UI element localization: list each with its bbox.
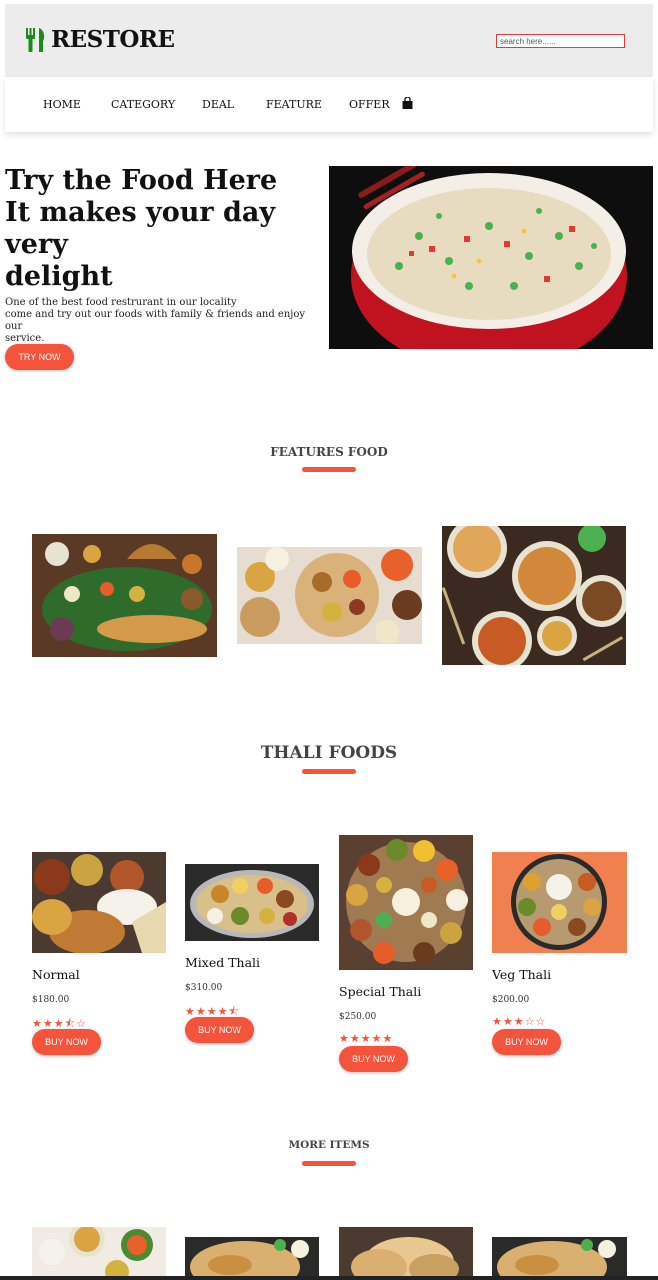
shopping-bag-icon[interactable] <box>402 97 413 109</box>
nav-deal[interactable]: DEAL <box>202 98 234 111</box>
buy-now-button[interactable]: BUY NOW <box>32 1029 101 1055</box>
nav-offer[interactable]: OFFER <box>349 98 390 111</box>
nav-category[interactable]: CATEGORY <box>111 98 175 111</box>
feature-image-noodles[interactable] <box>442 526 626 665</box>
thali-price: $310.00 <box>185 983 223 993</box>
thali-name: Special Thali <box>339 984 422 999</box>
hero-desc-line: come and try out our foods with family &… <box>5 309 306 332</box>
more-items-underline <box>302 1161 356 1166</box>
nav-feature[interactable]: FEATURE <box>266 98 322 111</box>
brand-logo[interactable]: RESTORE <box>25 26 175 53</box>
buy-now-button[interactable]: BUY NOW <box>339 1046 408 1072</box>
nav-home[interactable]: HOME <box>43 98 81 111</box>
thali-price: $200.00 <box>492 995 530 1005</box>
thali-title: THALI FOODS <box>260 743 398 763</box>
thali-price: $180.00 <box>32 995 70 1005</box>
feature-image-indian-thali[interactable] <box>237 547 422 644</box>
brand-name: RESTORE <box>51 26 175 53</box>
thali-price: $250.00 <box>339 1012 377 1022</box>
rating-stars: ★★★★★ <box>339 1032 394 1045</box>
features-title: FEATURES FOOD <box>270 445 388 459</box>
hero-title: Try the Food Here It makes your day very… <box>5 165 325 293</box>
more-item-image-3[interactable] <box>339 1227 473 1280</box>
thali-name: Normal <box>32 967 80 982</box>
thali-name: Veg Thali <box>492 967 552 982</box>
buy-now-button[interactable]: BUY NOW <box>492 1029 561 1055</box>
thali-image-veg[interactable] <box>492 852 627 953</box>
fork-knife-icon <box>26 27 45 52</box>
thali-image-special[interactable] <box>339 835 473 970</box>
more-item-image-2[interactable] <box>185 1237 319 1280</box>
thali-image-mixed[interactable] <box>185 864 319 941</box>
more-items-title: MORE ITEMS <box>288 1139 370 1151</box>
thali-name: Mixed Thali <box>185 955 261 970</box>
search-input[interactable] <box>496 34 625 48</box>
features-underline <box>302 467 356 472</box>
main-nav: HOME CATEGORY DEAL FEATURE OFFER <box>5 77 653 132</box>
hero-description: One of the best food restrurant in our l… <box>5 297 325 345</box>
hero-desc-line: One of the best food restrurant in our l… <box>5 297 237 308</box>
more-item-image-1[interactable] <box>32 1227 166 1280</box>
hero-title-line: It makes your day very <box>5 197 276 260</box>
thali-underline <box>302 769 356 774</box>
hero-title-line: delight <box>5 261 113 292</box>
hero-title-line: Try the Food Here <box>5 165 278 196</box>
site-header: RESTORE <box>5 4 653 77</box>
bottom-edge <box>0 1276 658 1280</box>
feature-image-dosa-platter[interactable] <box>32 534 217 657</box>
try-now-button[interactable]: TRY NOW <box>5 344 74 370</box>
hero-rice-bowl-image <box>329 166 653 349</box>
more-item-image-4[interactable] <box>492 1237 627 1280</box>
rating-stars: ★★★☆☆ <box>492 1015 547 1028</box>
buy-now-button[interactable]: BUY NOW <box>185 1017 254 1043</box>
thali-image-normal[interactable] <box>32 852 166 953</box>
